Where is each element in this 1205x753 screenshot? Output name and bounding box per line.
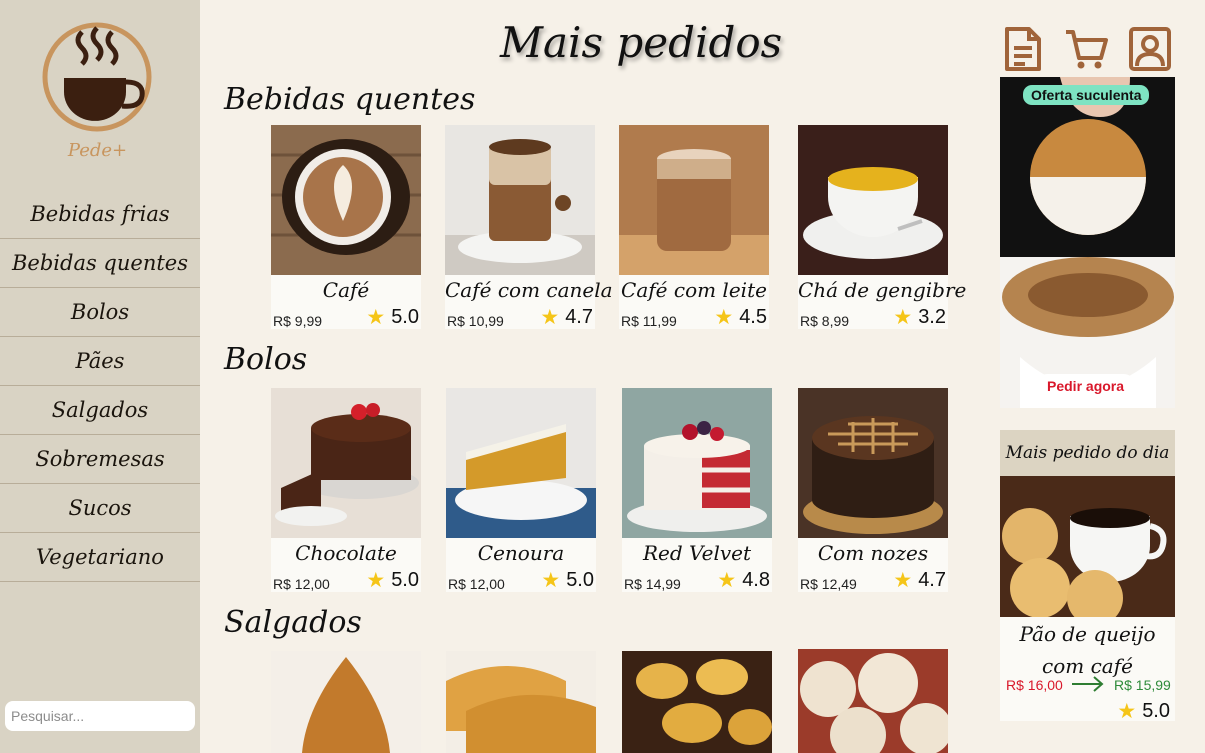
coffee-cup-logo-icon[interactable] [42,20,152,135]
old-price: R$ 16,00 [1006,677,1063,693]
carrot-cake-slice-image [446,388,596,538]
product-name: Café [322,278,370,302]
star-icon: ★ [541,569,561,592]
rating-value: 5.0 [391,306,419,328]
rating-value: 4.7 [565,306,593,328]
brand-name: Pede+ [67,140,128,161]
product-price: R$ 12,00 [448,576,505,592]
new-price: R$ 15,99 [1114,677,1171,693]
section-title-salgados: Salgados [224,605,362,640]
star-icon: ★ [540,306,560,329]
star-icon: ★ [714,306,734,329]
product-price: R$ 12,00 [273,576,330,592]
product-rating: ★ 4.8 [717,568,770,593]
sidebar: Pede+ Bebidas frias Bebidas quentes Bolo… [0,0,200,753]
product-name: Café com canela [445,278,613,302]
rating-value: 3.2 [918,306,946,328]
product-rating: ★ 4.7 [540,305,593,330]
coffee-with-milk-glass-image [619,125,769,275]
product-card[interactable]: Café com canela R$ 10,99 ★ 4.7 [445,125,613,330]
product-rating: ★ 4.5 [714,305,767,330]
search-input[interactable] [5,701,195,731]
user-icon[interactable] [1128,26,1172,72]
cookie-dipped-in-coffee-image [1000,77,1175,408]
chocolate-cake-image [271,388,421,538]
rating-value: 5.0 [566,569,594,591]
cart-icon[interactable] [1064,26,1108,72]
product-card[interactable]: Café R$ 9,99 ★ 5.0 [271,125,421,329]
pao-de-queijo-image [798,649,952,753]
product-price: R$ 8,99 [800,313,850,329]
rating-value: 4.7 [918,569,946,591]
product-name: Com nozes [817,541,929,565]
product-card[interactable] [798,649,952,753]
product-card[interactable] [622,651,772,753]
arrow-right-icon [1072,676,1104,692]
rating-value: 4.8 [742,569,770,591]
product-rating: ★ 3.2 [893,305,946,330]
daily-special-heading: Mais pedido do dia [1000,430,1175,476]
category-nav: Bebidas frias Bebidas quentes Bolos Pães… [0,190,200,582]
product-price: R$ 9,99 [273,313,323,329]
red-velvet-cake-image [622,388,772,538]
sidebar-item-vegetariano[interactable]: Vegetariano [0,533,200,582]
sidebar-item-sucos[interactable]: Sucos [0,484,200,533]
sidebar-item-bebidas-quentes[interactable]: Bebidas quentes [0,239,200,288]
section-title-bebidas-quentes: Bebidas quentes [224,82,476,117]
document-icon[interactable] [1001,26,1045,72]
page-title: Mais pedidos [500,18,783,67]
ginger-tea-cup-image [798,125,948,275]
product-name: Chá de gengibre [798,278,967,302]
cinnamon-coffee-glass-image [445,125,595,275]
product-name: Red Velvet [642,541,752,565]
product-card[interactable]: Com nozes R$ 12,49 ★ 4.7 [798,388,948,592]
order-now-button[interactable]: Pedir agora [1037,374,1135,398]
rating-value: 5.0 [1142,700,1170,722]
product-card[interactable] [271,651,421,753]
product-card[interactable]: Chocolate R$ 12,00 ★ 5.0 [271,388,421,592]
product-card[interactable]: Café com leite R$ 11,99 ★ 4.5 [619,125,769,329]
product-name: Chocolate [295,541,397,565]
coxinha-image [271,651,421,753]
product-price: R$ 10,99 [447,313,504,329]
product-rating: ★ 4.7 [893,568,946,593]
product-rating: ★ 5.0 [366,305,419,330]
product-price: R$ 12,49 [800,576,857,592]
promo-badge: Oferta suculenta [1023,85,1150,105]
product-name: Café com leite [621,278,767,302]
rating-value: 5.0 [391,569,419,591]
product-price: R$ 14,99 [624,576,681,592]
rating-value: 4.5 [739,306,767,328]
walnut-cake-image [798,388,948,538]
daily-special-card[interactable]: Mais pedido do dia Pão de queijo com caf… [1000,430,1175,724]
product-name: Cenoura [477,541,565,565]
product-card[interactable] [446,651,596,753]
star-icon: ★ [717,569,737,592]
pastel-image [446,651,596,753]
empadinha-image [622,651,772,753]
daily-special-name: Pão de queijo com café [1019,622,1156,678]
cheese-bread-and-coffee-image [1000,476,1175,617]
product-price: R$ 11,99 [621,313,677,329]
star-icon: ★ [893,569,913,592]
star-icon: ★ [893,306,913,329]
sidebar-item-sobremesas[interactable]: Sobremesas [0,435,200,484]
sidebar-item-bolos[interactable]: Bolos [0,288,200,337]
section-title-bolos: Bolos [224,342,308,377]
promo-banner[interactable]: Oferta suculenta Pedir agora [1000,77,1175,408]
product-card[interactable]: Chá de gengibre R$ 8,99 ★ 3.2 [798,125,967,330]
sidebar-item-paes[interactable]: Pães [0,337,200,386]
product-rating: ★ 5.0 [366,568,419,593]
star-icon: ★ [366,306,386,329]
product-card[interactable]: Cenoura R$ 12,00 ★ 5.0 [446,388,596,592]
daily-special-rating: ★ 5.0 [1117,699,1170,724]
product-card[interactable]: Red Velvet R$ 14,99 ★ 4.8 [622,388,772,592]
star-icon: ★ [1117,700,1137,723]
sidebar-item-bebidas-frias[interactable]: Bebidas frias [0,190,200,239]
latte-art-cup-image [271,125,421,275]
product-rating: ★ 5.0 [541,568,594,593]
sidebar-item-salgados[interactable]: Salgados [0,386,200,435]
star-icon: ★ [366,569,386,592]
